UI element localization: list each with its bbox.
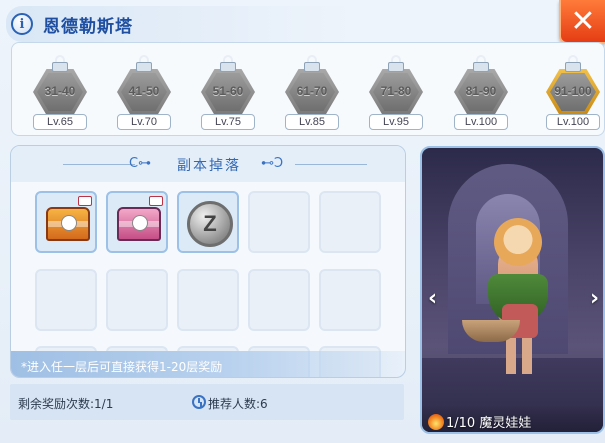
clock-icon xyxy=(192,395,206,409)
lock-icon xyxy=(136,55,152,72)
floor-range: 61-70 xyxy=(296,84,328,98)
item-tag-icon xyxy=(78,196,92,206)
doll-leg xyxy=(506,334,516,374)
floor-range: 91-100 xyxy=(554,84,592,98)
floor-range: 51-60 xyxy=(212,84,244,98)
gold-treasure-chest-icon xyxy=(46,207,90,241)
empty-slot xyxy=(248,269,310,331)
pink-treasure-chest-icon xyxy=(117,207,161,241)
boss-card[interactable]: ‹ › 1/10 魔灵娃娃 xyxy=(420,146,605,434)
doll-leg xyxy=(522,334,532,374)
floor-level: Lv.100 xyxy=(454,114,508,130)
next-boss-icon[interactable]: › xyxy=(590,286,599,311)
empty-slot xyxy=(319,269,381,331)
empty-slot xyxy=(248,191,310,253)
floor-level: Lv.70 xyxy=(117,114,171,130)
drop-slot[interactable]: Z xyxy=(177,191,239,253)
boss-label: 1/10 魔灵娃娃 xyxy=(446,412,531,431)
silver-zeny-coin-icon: Z xyxy=(187,201,233,247)
lock-icon xyxy=(220,55,236,72)
drops-title: 副本掉落 xyxy=(177,158,241,174)
ornament-line xyxy=(295,164,367,165)
close-button[interactable]: ✕ xyxy=(559,0,605,44)
lock-icon xyxy=(52,55,68,72)
empty-slot xyxy=(106,269,168,331)
floor-item-41-50[interactable]: 41-50 Lv.70 xyxy=(114,51,174,131)
prev-boss-icon[interactable]: ‹ xyxy=(428,286,437,311)
item-tag-icon xyxy=(149,196,163,206)
dungeon-panel: i 恩德勒斯塔 ✕ 31-40 Lv.65 41-50 Lv.70 51-60 … xyxy=(0,0,605,443)
lock-icon xyxy=(304,55,320,72)
floor-level: Lv.65 xyxy=(33,114,87,130)
doll-head xyxy=(494,218,542,266)
page-title: 恩德勒斯塔 xyxy=(43,17,133,37)
ornament-right-icon: ⊷Ɔ xyxy=(261,156,284,171)
empty-slot xyxy=(35,269,97,331)
floor-item-71-80[interactable]: 71-80 Lv.95 xyxy=(366,51,426,131)
remaining-rewards-label: 剩余奖励次数:1/1 xyxy=(18,397,114,411)
floor-item-81-90[interactable]: 81-90 Lv.100 xyxy=(451,51,511,131)
boss-name: 魔灵娃娃 xyxy=(479,416,532,431)
lock-icon xyxy=(473,55,489,72)
drops-header: C⊶ 副本掉落 ⊷Ɔ xyxy=(11,146,405,182)
empty-slot xyxy=(319,191,381,253)
drops-panel: C⊶ 副本掉落 ⊷Ɔ Z *进入任一层后可直接获得1-20层奖励 xyxy=(10,145,406,378)
footer-bar: 剩余奖励次数:1/1 推荐人数:6 xyxy=(10,384,404,420)
close-icon: ✕ xyxy=(570,3,596,39)
floor-item-91-100[interactable]: 91-100 Lv.100 xyxy=(543,51,603,131)
floor-level: Lv.75 xyxy=(201,114,255,130)
flame-icon xyxy=(428,414,444,430)
drop-slot[interactable] xyxy=(106,191,168,253)
floor-level: Lv.85 xyxy=(285,114,339,130)
floor-range: 71-80 xyxy=(380,84,412,98)
floor-item-61-70[interactable]: 61-70 Lv.85 xyxy=(282,51,342,131)
boss-progress: 1/10 xyxy=(446,416,476,431)
floor-range: 31-40 xyxy=(44,84,76,98)
lock-icon xyxy=(388,55,404,72)
empty-slot xyxy=(177,269,239,331)
floor-range: 81-90 xyxy=(465,84,497,98)
floor-range: 41-50 xyxy=(128,84,160,98)
lock-icon xyxy=(565,55,581,72)
floor-level: Lv.95 xyxy=(369,114,423,130)
floor-item-31-40[interactable]: 31-40 Lv.65 xyxy=(30,51,90,131)
info-icon[interactable]: i xyxy=(11,13,33,35)
recommended-players-label: 推荐人数:6 xyxy=(208,397,268,411)
drop-slot[interactable] xyxy=(35,191,97,253)
floor-level: Lv.100 xyxy=(546,114,600,130)
reward-note: *进入任一层后可直接获得1-20层奖励 xyxy=(11,351,405,377)
floor-item-51-60[interactable]: 51-60 Lv.75 xyxy=(198,51,258,131)
floor-selector: 31-40 Lv.65 41-50 Lv.70 51-60 Lv.75 61-7… xyxy=(11,42,605,136)
